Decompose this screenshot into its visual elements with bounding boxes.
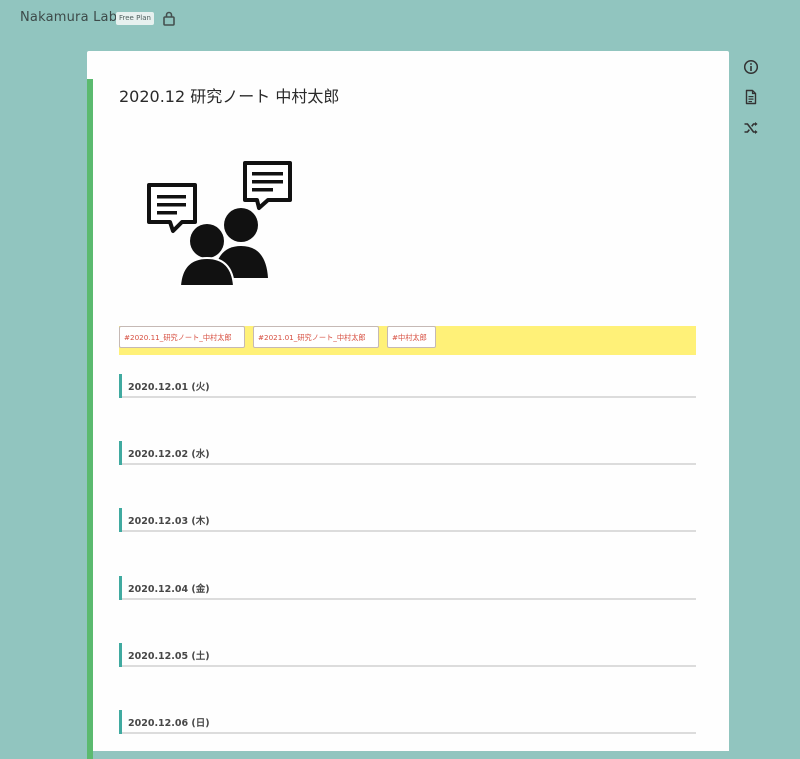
day-heading: 2020.12.04 (金) xyxy=(119,576,696,600)
project-header: Nakamura Lab Free Plan xyxy=(0,0,800,38)
heading-accent xyxy=(119,441,122,465)
chat-bubble-icon xyxy=(147,183,197,233)
heading-accent xyxy=(119,643,122,667)
day-heading-label: 2020.12.02 (水) xyxy=(128,449,210,460)
info-icon[interactable] xyxy=(743,59,759,75)
day-heading: 2020.12.01 (火) xyxy=(119,374,696,398)
tag-link[interactable]: #2020.11_研究ノート_中村太郎 xyxy=(119,326,245,348)
project-name-link[interactable]: Nakamura Lab xyxy=(20,10,117,25)
day-heading: 2020.12.06 (日) xyxy=(119,710,696,734)
day-heading-label: 2020.12.03 (木) xyxy=(128,516,210,527)
heading-rule xyxy=(122,598,696,600)
lock-icon[interactable] xyxy=(162,10,176,26)
chat-bubble-icon xyxy=(243,161,292,210)
shuffle-icon[interactable] xyxy=(743,120,759,136)
day-heading-label: 2020.12.01 (火) xyxy=(128,382,210,393)
plan-badge[interactable]: Free Plan xyxy=(116,12,154,25)
day-heading: 2020.12.03 (木) xyxy=(119,508,696,532)
heading-accent xyxy=(119,374,122,398)
tag-link[interactable]: #2021.01_研究ノート_中村太郎 xyxy=(253,326,379,348)
heading-rule xyxy=(122,530,696,532)
document-icon[interactable] xyxy=(743,89,759,105)
tag-link[interactable]: #中村太郎 xyxy=(387,326,436,348)
heading-rule xyxy=(122,665,696,667)
page-title[interactable]: 2020.12 研究ノート 中村太郎 xyxy=(119,83,339,107)
heading-rule xyxy=(122,463,696,465)
day-heading-label: 2020.12.04 (金) xyxy=(128,584,210,595)
day-heading: 2020.12.05 (土) xyxy=(119,643,696,667)
discussion-illustration[interactable] xyxy=(142,128,320,300)
heading-rule xyxy=(122,732,696,734)
heading-accent xyxy=(119,710,122,734)
day-heading-label: 2020.12.06 (日) xyxy=(128,718,210,729)
day-heading: 2020.12.02 (水) xyxy=(119,441,696,465)
page-accent-bar xyxy=(87,79,93,759)
heading-accent xyxy=(119,576,122,600)
day-heading-label: 2020.12.05 (土) xyxy=(128,651,210,662)
heading-accent xyxy=(119,508,122,532)
heading-rule xyxy=(122,396,696,398)
